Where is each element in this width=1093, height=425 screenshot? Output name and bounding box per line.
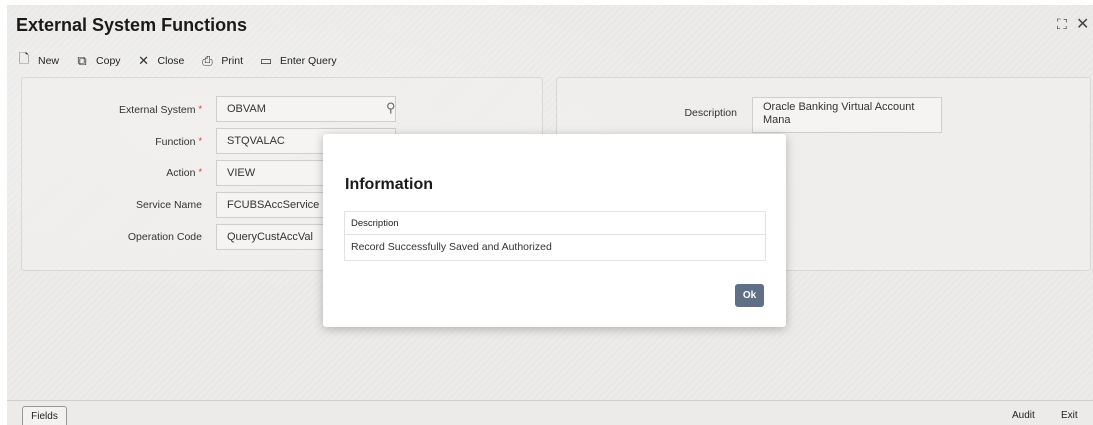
fields-button[interactable]: Fields	[22, 406, 67, 425]
information-dialog: Information Description Record Successfu…	[323, 134, 786, 327]
exit-button[interactable]: Exit	[1061, 410, 1078, 421]
table-row: Record Successfully Saved and Authorized	[351, 241, 552, 253]
audit-button[interactable]: Audit	[1012, 410, 1035, 421]
modal-overlay: Information Description Record Successfu…	[0, 0, 1093, 425]
footer-bar: Fields Audit Exit	[7, 400, 1093, 425]
table-header: Description	[345, 212, 765, 235]
ok-button[interactable]: Ok	[735, 284, 764, 307]
dialog-message-table: Description Record Successfully Saved an…	[344, 211, 766, 261]
dialog-title: Information	[345, 176, 433, 193]
